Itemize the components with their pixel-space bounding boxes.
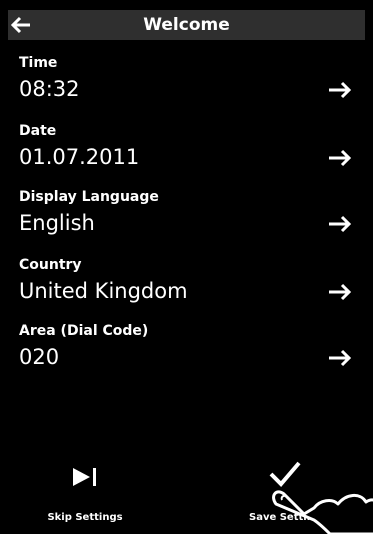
skip-settings-label: Skip Settings [47,512,123,523]
phone-screen: Welcome Time 08:32 Date 01.07.2011 Displ… [0,0,373,534]
page-title: Welcome [143,15,230,35]
setting-value: United Kingdom [19,279,188,303]
setting-display-language[interactable]: Display Language English [19,188,359,252]
arrow-right-icon[interactable] [327,214,353,234]
setting-label: Date [19,123,57,139]
setting-value: 020 [19,345,60,369]
setting-label: Area (Dial Code) [19,323,149,339]
arrow-right-icon[interactable] [327,148,353,168]
skip-settings-button[interactable]: Skip Settings [0,456,170,534]
setting-value: 08:32 [19,77,80,101]
setting-value: English [19,211,95,235]
arrow-right-icon[interactable] [327,348,353,368]
skip-icon [73,468,96,486]
header-bar: Welcome [8,10,365,40]
setting-value: 01.07.2011 [19,145,140,169]
setting-area-dial-code[interactable]: Area (Dial Code) 020 [19,322,359,386]
setting-label: Country [19,257,82,273]
setting-label: Display Language [19,189,159,205]
finger-icon [272,490,373,534]
setting-label: Time [19,55,58,71]
setting-time[interactable]: Time 08:32 [19,54,359,118]
setting-date[interactable]: Date 01.07.2011 [19,122,359,186]
arrow-right-icon[interactable] [327,80,353,100]
arrow-right-icon[interactable] [327,282,353,302]
setting-country[interactable]: Country United Kingdom [19,256,359,320]
